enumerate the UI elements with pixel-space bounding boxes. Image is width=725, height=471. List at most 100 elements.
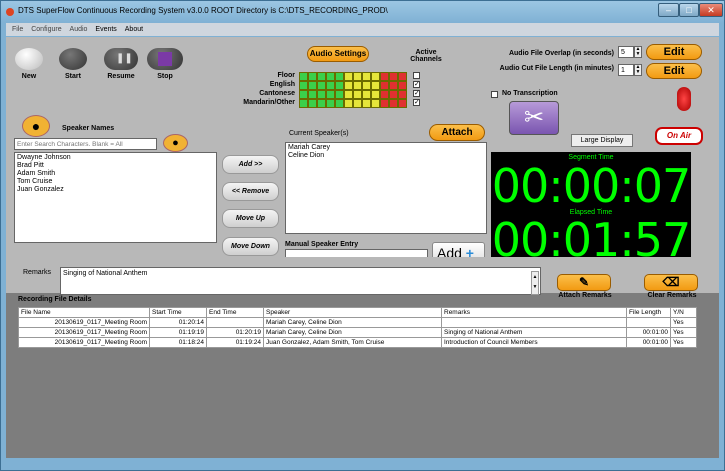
attach-remarks-icon[interactable]: ✎ <box>557 274 611 291</box>
column-header[interactable]: Speaker <box>263 307 442 318</box>
column-header[interactable]: Remarks <box>441 307 627 318</box>
channel-labels: Floor English Cantonese Mandarin/Other <box>219 71 295 107</box>
search-speaker-button[interactable]: ● <box>163 134 188 152</box>
column-header[interactable]: File Name <box>18 307 150 318</box>
manual-speaker-label: Manual Speaker Entry <box>285 241 359 248</box>
meter-segment <box>344 99 353 108</box>
menu-about[interactable]: About <box>125 23 143 36</box>
table-cell: 20130619_0117_Meeting Room <box>18 317 150 328</box>
current-speakers-list[interactable]: Mariah Carey Celine Dion <box>285 142 487 234</box>
remarks-scrollbar[interactable]: ▲ ▼ <box>531 271 539 295</box>
new-label: New <box>21 73 37 80</box>
meter-segment <box>389 81 398 90</box>
clear-remarks-icon[interactable]: ⌫ <box>644 274 698 291</box>
details-table: File Name Start Time End Time Speaker Remark… <box>18 307 697 348</box>
meter-segment <box>308 99 317 108</box>
channel-checkbox[interactable] <box>413 72 420 79</box>
meter-segment <box>380 99 389 108</box>
overlap-spinner[interactable]: ▲ ▼ <box>634 46 642 58</box>
current-speakers-label: Current Speaker(s) <box>289 130 349 137</box>
cut-length-spinner[interactable]: ▲ ▼ <box>634 64 642 76</box>
close-button[interactable]: ✕ <box>699 3 723 17</box>
microphone-icon <box>677 87 691 111</box>
channel-label: Cantonese <box>259 90 295 97</box>
table-row[interactable]: 20130619_0117_Meeting Room 01:19:19 01:20:… <box>18 327 697 338</box>
table-cell: 01:19:24 <box>206 337 264 348</box>
recording-details-grid[interactable]: File Name Start Time End Time Speaker Remark… <box>18 307 697 447</box>
meter-segment <box>389 99 398 108</box>
table-cell: Yes <box>670 337 697 348</box>
table-cell <box>441 317 627 328</box>
meter-segment <box>389 90 398 99</box>
channel-checkbox[interactable]: ✓ <box>413 90 420 97</box>
cut-length-input[interactable] <box>618 64 634 76</box>
table-cell <box>206 317 264 328</box>
meter-segment <box>317 72 326 81</box>
speaker-icon: ● <box>22 115 50 137</box>
speaker-names-list[interactable]: Dwayne Johnson Brad Pitt Adam Smith Tom Cru… <box>14 152 217 243</box>
list-item[interactable]: Dwayne Johnson <box>17 154 214 162</box>
maximize-button[interactable]: □ <box>679 3 699 17</box>
meter-segment <box>398 99 407 108</box>
table-cell: 01:19:19 <box>149 327 207 338</box>
table-cell <box>626 317 671 328</box>
scissors-icon[interactable]: ✂ <box>509 101 559 135</box>
list-item[interactable]: Tom Cruise <box>17 178 214 186</box>
start-label: Start <box>65 73 81 80</box>
meter-segment <box>344 90 353 99</box>
no-transcription-checkbox[interactable] <box>491 91 498 98</box>
column-header[interactable]: File Length <box>626 307 671 318</box>
resume-button[interactable]: ❚❚ <box>104 48 138 70</box>
edit-overlap-button[interactable]: Edit <box>646 44 702 60</box>
menu-events[interactable]: Events <box>95 23 116 36</box>
meter-segment <box>344 81 353 90</box>
title-bar[interactable]: DTS SuperFlow Continuous Recording Syste… <box>1 1 724 23</box>
list-item[interactable]: Mariah Carey <box>288 144 484 152</box>
attach-button[interactable]: Attach <box>429 124 485 141</box>
level-meters <box>299 72 407 108</box>
move-up-button[interactable]: Move Up <box>222 209 279 228</box>
remove-speaker-button[interactable]: << Remove <box>222 182 279 201</box>
channel-checkbox[interactable]: ✓ <box>413 99 420 106</box>
table-cell: Yes <box>670 327 697 338</box>
list-item[interactable]: Brad Pitt <box>17 162 214 170</box>
table-row[interactable]: 20130619_0117_Meeting Room 01:18:24 01:19:… <box>18 337 697 348</box>
on-air-indicator: On Air <box>655 127 703 145</box>
start-button[interactable] <box>59 48 87 70</box>
menu-audio[interactable]: Audio <box>70 23 88 36</box>
menu-configure[interactable]: Configure <box>31 23 61 36</box>
column-header[interactable]: Start Time <box>149 307 207 318</box>
table-cell: 00:01:00 <box>626 337 671 348</box>
column-header[interactable]: Y/N <box>670 307 697 318</box>
recording-details-label: Recording File Details <box>18 296 92 303</box>
meter-segment <box>317 99 326 108</box>
meter-segment <box>398 72 407 81</box>
meter-segment <box>326 90 335 99</box>
table-cell: 01:18:24 <box>149 337 207 348</box>
add-speaker-button[interactable]: Add >> <box>222 155 279 174</box>
list-item[interactable]: Juan Gonzalez <box>17 186 214 194</box>
channel-checkbox[interactable]: ✓ <box>413 81 420 88</box>
list-item[interactable]: Adam Smith <box>17 170 214 178</box>
table-row[interactable]: 20130619_0117_Meeting Room 01:20:14 Mariah… <box>18 317 697 328</box>
new-button[interactable] <box>15 48 43 70</box>
meter-segment <box>362 72 371 81</box>
table-cell: 00:01:00 <box>626 327 671 338</box>
menu-file[interactable]: File <box>12 23 23 36</box>
move-down-button[interactable]: Move Down <box>222 237 279 256</box>
clear-remarks-label: Clear Remarks <box>647 292 697 299</box>
overlap-label: Audio File Overlap (in seconds) <box>508 50 614 57</box>
channel-label: English <box>269 81 295 88</box>
large-display-button[interactable]: Large Display <box>571 134 633 147</box>
speaker-search-input[interactable] <box>14 138 157 150</box>
edit-cut-length-button[interactable]: Edit <box>646 63 702 79</box>
remarks-input[interactable]: Singing of National Anthem <box>60 267 541 295</box>
list-item[interactable]: Celine Dion <box>288 152 484 160</box>
minimize-button[interactable]: – <box>658 3 679 17</box>
audio-settings-button[interactable]: Audio Settings <box>307 46 369 62</box>
overlap-input[interactable] <box>618 46 634 58</box>
stop-button[interactable] <box>147 48 183 70</box>
meter-segment <box>308 72 317 81</box>
channel-label: Mandarin/Other <box>243 99 295 106</box>
column-header[interactable]: End Time <box>206 307 264 318</box>
